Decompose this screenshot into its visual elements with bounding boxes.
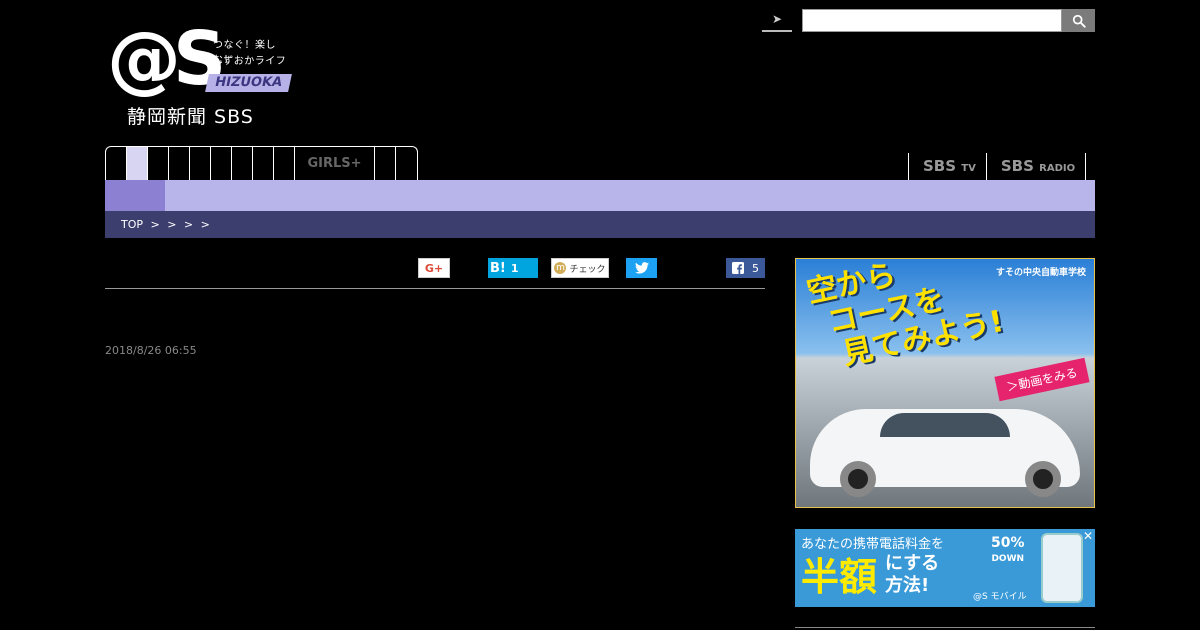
ad2-method: 方法! — [885, 575, 930, 596]
ad2-phone-image — [1041, 533, 1083, 603]
tab-2-active[interactable] — [127, 147, 148, 180]
sbs-tv-suffix: TV — [961, 163, 976, 174]
facebook-count: 5 — [752, 261, 759, 275]
ad2-suru-method: にする 方法! — [885, 553, 939, 597]
tab-4[interactable] — [169, 147, 190, 180]
page: @S つなぐ！楽しむ！ しずおかライフ HIZUOKA 静岡新聞 SBS ➤ G… — [0, 0, 1200, 630]
facebook-share-button[interactable]: 5 — [726, 258, 765, 278]
tab-3[interactable] — [148, 147, 169, 180]
sub-nav-selected[interactable] — [105, 180, 165, 211]
search-icon — [1072, 14, 1086, 28]
ad1-car-image — [810, 409, 1080, 497]
search-button[interactable] — [1062, 9, 1095, 32]
logo-mark: @S — [107, 16, 226, 102]
ad1-headline: 空から コースを 見てみよう! — [804, 259, 1007, 377]
site-logo[interactable]: @S つなぐ！楽しむ！ しずおかライフ HIZUOKA 静岡新聞 SBS — [105, 14, 295, 129]
ad1-watch-video-button[interactable]: ＞動画をみる — [994, 357, 1090, 402]
tab-5[interactable] — [190, 147, 211, 180]
tab-7[interactable] — [232, 147, 253, 180]
twitter-share-button[interactable] — [626, 258, 657, 278]
ad2-mobile-brand: @S モバイル — [973, 592, 1027, 602]
twitter-bird-icon — [634, 262, 649, 274]
sbs-tv-label: SBS — [923, 157, 957, 175]
sbs-radio-suffix: RADIO — [1039, 163, 1076, 174]
logo-shizuoka: HIZUOKA — [205, 74, 292, 92]
tab-9[interactable] — [274, 147, 295, 180]
ad2-percent-badge: 50% DOWN — [991, 535, 1025, 567]
ad2-suru: にする — [885, 553, 940, 574]
tab-11[interactable] — [375, 147, 396, 180]
ad1-car-wheel-front — [840, 461, 876, 497]
tab-8[interactable] — [253, 147, 274, 180]
ad1-car-wheel-rear — [1025, 461, 1061, 497]
sbs-radio-link[interactable]: SBS RADIO — [985, 153, 1087, 180]
ad-close-icon[interactable]: ✕ — [1083, 529, 1093, 543]
mixi-label: チェック — [569, 264, 606, 275]
mobile-plan-ad-banner[interactable]: あなたの携帯電話料金を 半額 にする 方法! 50% DOWN @S モバイル … — [795, 529, 1095, 607]
ad2-down: DOWN — [991, 554, 1025, 564]
mixi-icon: m — [554, 262, 567, 274]
hatena-bookmark-button[interactable]: B! 1 — [488, 258, 538, 278]
facebook-icon — [732, 262, 744, 274]
ad2-top-text: あなたの携帯電話料金を — [801, 537, 945, 552]
ad2-percent: 50% — [991, 535, 1025, 551]
hatena-icon: B! — [490, 260, 506, 276]
tab-1[interactable] — [106, 147, 127, 180]
hatena-count: 1 — [510, 261, 519, 275]
google-plus-share-button[interactable]: G+ — [418, 258, 450, 278]
mixi-check-button[interactable]: m チェック — [551, 258, 609, 278]
ad1-school-name: すその中央自動車学校 — [995, 268, 1086, 278]
search-input[interactable] — [802, 9, 1062, 32]
broadcast-links: SBS TV SBS RADIO — [908, 153, 1087, 180]
logo-publisher: 静岡新聞 SBS — [127, 106, 254, 128]
tab-6[interactable] — [211, 147, 232, 180]
tab-12[interactable] — [396, 147, 417, 180]
sbs-tv-link[interactable]: SBS TV — [908, 153, 986, 180]
ad2-half-text: 半額 — [801, 555, 878, 599]
article-divider — [105, 288, 765, 289]
sub-nav-bar — [105, 180, 1095, 211]
tab-girls-plus[interactable]: GIRLS+ — [295, 147, 375, 180]
sbs-radio-label: SBS — [1000, 157, 1034, 175]
search-toggle-icon[interactable]: ➤ — [762, 10, 792, 32]
driving-school-ad-banner[interactable]: すその中央自動車学校 空から コースを 見てみよう! ＞動画をみる — [795, 258, 1095, 508]
main-nav-tabs: GIRLS+ — [105, 146, 418, 180]
ad1-car-window — [880, 413, 1010, 437]
breadcrumb[interactable]: TOP > > > > — [105, 211, 1095, 238]
logo-tagline-2: しずおかライフ — [213, 56, 287, 67]
article-date: 2018/8/26 06:55 — [105, 344, 197, 357]
